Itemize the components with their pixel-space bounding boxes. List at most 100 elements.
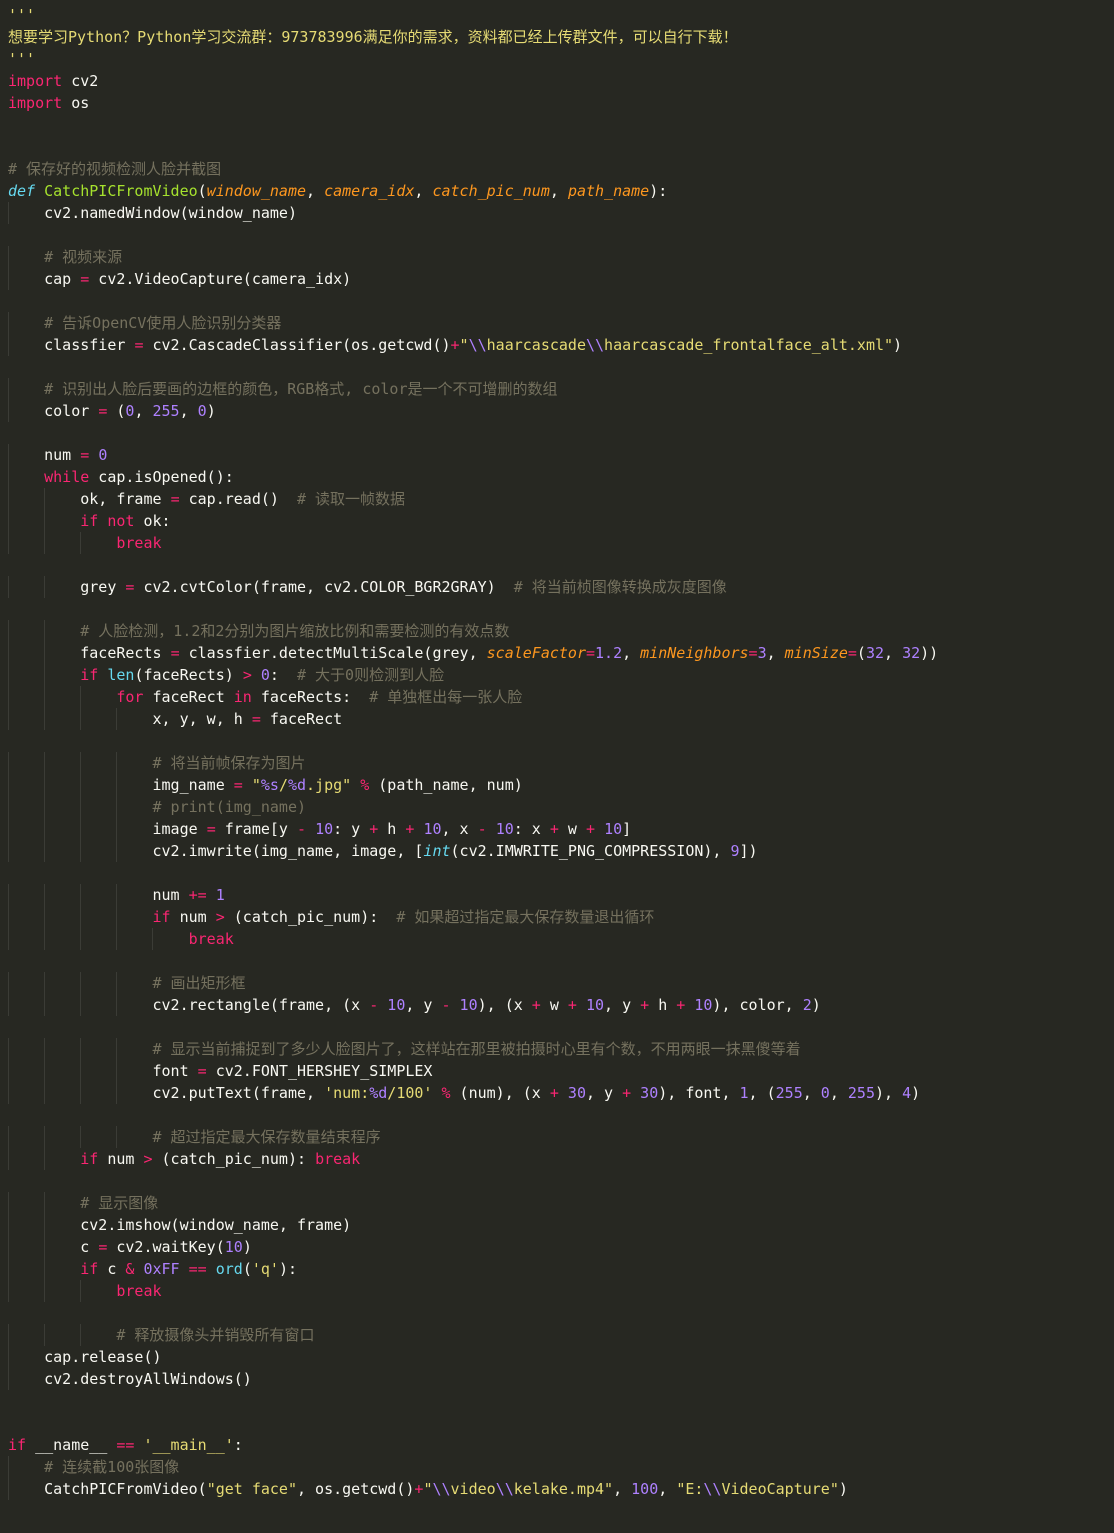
code-lines[interactable]: ''' 想要学习Python？Python学习交流群：973783996满足你的需… [8, 4, 1114, 1500]
code-line[interactable]: c = cv2.waitKey(10) [8, 1236, 1114, 1258]
code-token: : [233, 1436, 243, 1454]
code-line[interactable] [8, 1016, 1114, 1038]
code-line[interactable]: # 释放摄像头并销毁所有窗口 [8, 1324, 1114, 1346]
code-line[interactable] [8, 136, 1114, 158]
code-line[interactable]: break [8, 928, 1114, 950]
code-line[interactable]: # 显示图像 [8, 1192, 1114, 1214]
code-token: , y [405, 996, 442, 1014]
code-line[interactable]: for faceRect in faceRects: # 单独框出每一张人脸 [8, 686, 1114, 708]
code-line[interactable]: cv2.rectangle(frame, (x - 10, y - 10), (… [8, 994, 1114, 1016]
indent-guide [116, 1038, 118, 1060]
code-line[interactable] [8, 356, 1114, 378]
code-token: (cv2.IMWRITE_PNG_COMPRESSION), [450, 842, 731, 860]
code-token: h [649, 996, 677, 1014]
code-line[interactable]: break [8, 1280, 1114, 1302]
code-line[interactable]: # 视频来源 [8, 246, 1114, 268]
code-token: (catch_pic_num): [224, 908, 397, 926]
code-line[interactable] [8, 1104, 1114, 1126]
code-line[interactable]: ''' [8, 4, 1114, 26]
code-line[interactable] [8, 422, 1114, 444]
code-line[interactable]: # 将当前帧保存为图片 [8, 752, 1114, 774]
operator-token: - [441, 996, 451, 1014]
code-line[interactable]: CatchPICFromVideo("get face", os.getcwd(… [8, 1478, 1114, 1500]
code-line[interactable] [8, 862, 1114, 884]
code-line[interactable]: if num > (catch_pic_num): break [8, 1148, 1114, 1170]
code-line[interactable]: cv2.imwrite(img_name, image, [int(cv2.IM… [8, 840, 1114, 862]
code-line[interactable]: if c & 0xFF == ord('q'): [8, 1258, 1114, 1280]
code-line[interactable] [8, 598, 1114, 620]
code-line[interactable]: ''' [8, 48, 1114, 70]
code-line[interactable]: # 保存好的视频检测人脸并截图 [8, 158, 1114, 180]
code-token: cv2.CascadeClassifier(os.getcwd() [143, 336, 451, 354]
code-line[interactable] [8, 224, 1114, 246]
code-line[interactable]: # 识别出人脸后要画的边框的颜色，RGB格式, color是一个不可增删的数组 [8, 378, 1114, 400]
number-token: 32 [902, 644, 921, 662]
operator-token: + [676, 996, 686, 1014]
code-line[interactable]: # 人脸检测，1.2和2分别为图片缩放比例和需要检测的有效点数 [8, 620, 1114, 642]
keyword-token: if [80, 1150, 99, 1168]
indent-guide [80, 796, 82, 818]
code-line[interactable] [8, 950, 1114, 972]
code-line[interactable]: if len(faceRects) > 0: # 大于0则检测到人脸 [8, 664, 1114, 686]
code-line[interactable]: cv2.putText(frame, 'num:%d/100' % (num),… [8, 1082, 1114, 1104]
code-line[interactable]: faceRects = classfier.detectMultiScale(g… [8, 642, 1114, 664]
indent-guide [44, 1038, 46, 1060]
indent-guide [8, 1148, 9, 1170]
code-line[interactable] [8, 554, 1114, 576]
code-line[interactable]: classfier = cv2.CascadeClassifier(os.get… [8, 334, 1114, 356]
code-line[interactable]: import cv2 [8, 70, 1114, 92]
code-line[interactable]: num += 1 [8, 884, 1114, 906]
code-line[interactable]: grey = cv2.cvtColor(frame, cv2.COLOR_BGR… [8, 576, 1114, 598]
code-line[interactable]: # 连续截100张图像 [8, 1456, 1114, 1478]
code-token: faceRects [8, 644, 171, 662]
code-line[interactable]: cv2.imshow(window_name, frame) [8, 1214, 1114, 1236]
code-line[interactable] [8, 1302, 1114, 1324]
code-line[interactable]: # 显示当前捕捉到了多少人脸图片了，这样站在那里被拍摄时心里有个数，不用两眼一抹… [8, 1038, 1114, 1060]
code-editor[interactable]: ''' 想要学习Python？Python学习交流群：973783996满足你的需… [0, 0, 1114, 1533]
code-line[interactable] [8, 1412, 1114, 1434]
code-line[interactable]: num = 0 [8, 444, 1114, 466]
code-line[interactable]: # 画出矩形框 [8, 972, 1114, 994]
indent-guide [8, 510, 9, 532]
code-line[interactable]: import os [8, 92, 1114, 114]
code-line[interactable]: cap.release() [8, 1346, 1114, 1368]
indent-guide [44, 796, 46, 818]
code-line[interactable]: while cap.isOpened(): [8, 466, 1114, 488]
number-token: 10 [423, 820, 442, 838]
code-line[interactable]: if __name__ == '__main__': [8, 1434, 1114, 1456]
code-line[interactable] [8, 114, 1114, 136]
code-line[interactable]: cap = cv2.VideoCapture(camera_idx) [8, 268, 1114, 290]
code-line[interactable]: cv2.destroyAllWindows() [8, 1368, 1114, 1390]
code-line[interactable] [8, 1170, 1114, 1192]
code-line[interactable]: color = (0, 255, 0) [8, 400, 1114, 422]
code-line[interactable]: def CatchPICFromVideo(window_name, camer… [8, 180, 1114, 202]
number-token: 30 [640, 1084, 659, 1102]
comment-token: # 显示图像 [80, 1194, 159, 1212]
code-token: , [802, 1084, 821, 1102]
code-line[interactable]: # 告诉OpenCV使用人脸识别分类器 [8, 312, 1114, 334]
code-line[interactable]: cv2.namedWindow(window_name) [8, 202, 1114, 224]
code-line[interactable]: font = cv2.FONT_HERSHEY_SIMPLEX [8, 1060, 1114, 1082]
code-line[interactable]: x, y, w, h = faceRect [8, 708, 1114, 730]
operator-token: = [233, 776, 243, 794]
escape-token: %s [260, 776, 279, 794]
code-line[interactable] [8, 1390, 1114, 1412]
code-line[interactable]: # 超过指定最大保存数量结束程序 [8, 1126, 1114, 1148]
code-line[interactable]: image = frame[y - 10: y + h + 10, x - 10… [8, 818, 1114, 840]
code-line[interactable] [8, 730, 1114, 752]
operator-token: % [360, 776, 370, 794]
code-line[interactable]: if num > (catch_pic_num): # 如果超过指定最大保存数量… [8, 906, 1114, 928]
code-line[interactable]: break [8, 532, 1114, 554]
code-line[interactable]: # print(img_name) [8, 796, 1114, 818]
number-token: 3 [757, 644, 767, 662]
code-line[interactable]: if not ok: [8, 510, 1114, 532]
code-line[interactable]: ok, frame = cap.read() # 读取一帧数据 [8, 488, 1114, 510]
string-token: / [278, 776, 288, 794]
code-line[interactable]: img_name = "%s/%d.jpg" % (path_name, num… [8, 774, 1114, 796]
code-line[interactable] [8, 290, 1114, 312]
code-line[interactable]: 想要学习Python？Python学习交流群：973783996满足你的需求，资… [8, 26, 1114, 48]
